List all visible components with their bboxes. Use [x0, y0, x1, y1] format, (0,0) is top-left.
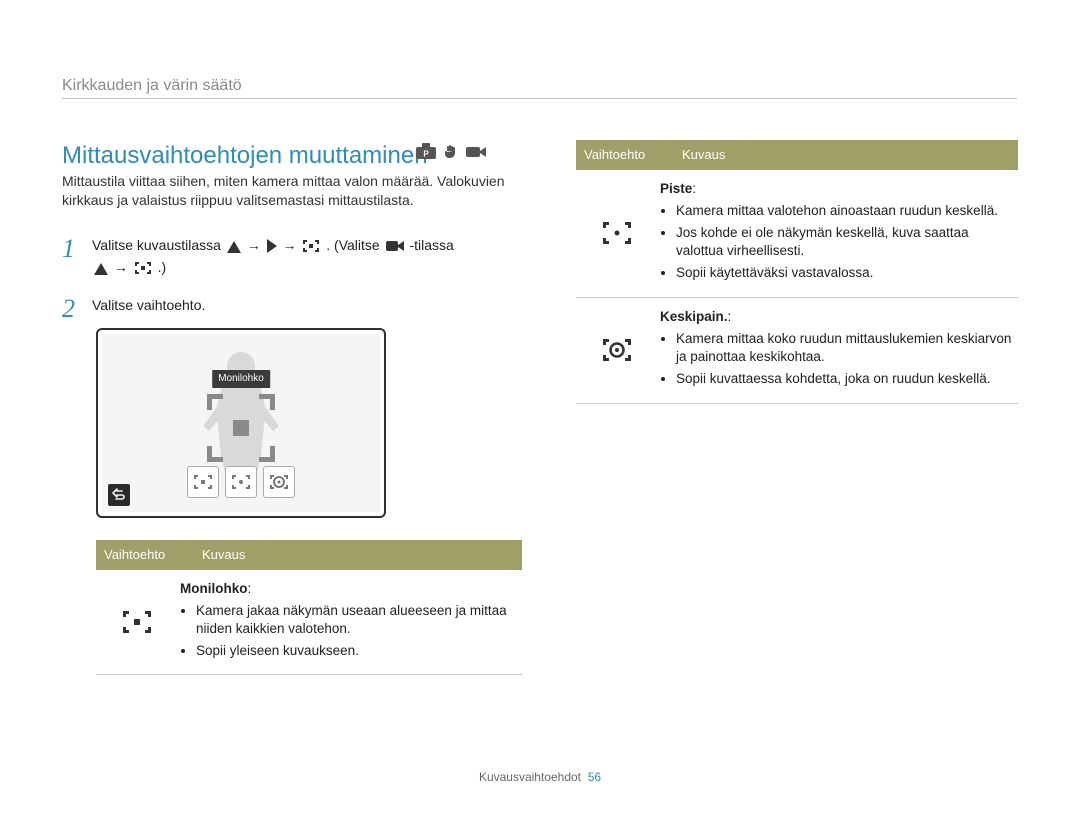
up-triangle-icon: [227, 240, 245, 256]
table-header-right: Vaihtoehto Kuvaus: [576, 140, 1018, 170]
center-focus-frame: [207, 394, 275, 462]
multi-metering-row-icon: [96, 570, 178, 675]
metering-option-center: [263, 466, 295, 498]
arrow-2: →: [282, 237, 296, 253]
option-bullet: Kamera mittaa valotehon ainoastaan ruudu…: [676, 202, 1012, 220]
step-1: 1 Valitse kuvaustilassa → → . (Valitse -…: [62, 236, 532, 280]
step-1-body: Valitse kuvaustilassa → → . (Valitse -ti…: [92, 236, 532, 280]
multi-metering-icon: [302, 240, 324, 256]
up-triangle-icon-2: [94, 262, 112, 278]
step-2: 2 Valitse vaihtoehto.: [62, 296, 532, 322]
table-row: Keskipain.: Kamera mittaa koko ruudun mi…: [576, 298, 1018, 404]
arrow-1: →: [247, 237, 261, 253]
option-name-center: Keskipain.: [660, 309, 728, 324]
step-1-text-d: .): [158, 259, 167, 275]
illustration-label: Monilohko: [212, 370, 270, 388]
breadcrumb: Kirkkauden ja värin säätö: [62, 75, 242, 97]
multi-metering-description: Monilohko: Kamera jakaa näkymän useaan a…: [178, 570, 522, 675]
option-bullet: Sopii yleiseen kuvaukseen.: [196, 642, 516, 660]
center-metering-description: Keskipain.: Kamera mittaa koko ruudun mi…: [658, 298, 1018, 403]
spot-metering-row-icon: [576, 170, 658, 297]
step-1-text-b: . (Valitse: [326, 237, 379, 253]
options-table-left: Vaihtoehto Kuvaus Monilohko: Kamera jaka…: [96, 540, 522, 675]
svg-text:P: P: [423, 150, 429, 159]
page-title: Mittausvaihtoehtojen muuttaminen: [62, 140, 428, 172]
hand-mode-icon: [442, 143, 460, 161]
table-row: Monilohko: Kamera jakaa näkymän useaan a…: [96, 570, 522, 676]
options-table-right: Vaihtoehto Kuvaus Piste: Kamera mittaa v…: [576, 140, 1018, 404]
option-bullet: Kamera jakaa näkymän useaan alueeseen ja…: [196, 602, 516, 638]
col-header-description: Kuvaus: [674, 140, 1018, 170]
video-mode-inline-icon: [386, 240, 408, 256]
manual-page: Kirkkauden ja värin säätö Mittausvaihtoe…: [0, 0, 1080, 815]
screen-inner: Monilohko: [102, 334, 380, 512]
horizontal-rule: [62, 98, 1017, 99]
step-2-text: Valitse vaihtoehto.: [92, 296, 532, 315]
page-footer: Kuvausvaihtoehdot 56: [0, 769, 1080, 785]
back-button: [108, 484, 130, 506]
step-1-number: 1: [62, 236, 82, 262]
option-name-spot: Piste: [660, 181, 692, 196]
table-row: Piste: Kamera mittaa valotehon ainoastaa…: [576, 170, 1018, 298]
metering-option-multi: [187, 466, 219, 498]
option-name-multi: Monilohko: [180, 581, 248, 596]
option-bullet: Kamera mittaa koko ruudun mittauslukemie…: [676, 330, 1012, 366]
video-mode-icon: [466, 143, 486, 161]
col-header-option: Vaihtoehto: [576, 140, 674, 170]
footer-page-number: 56: [588, 770, 601, 784]
option-bullet: Sopii kuvattaessa kohdetta, joka on ruud…: [676, 370, 1012, 388]
metering-option-spot: [225, 466, 257, 498]
metering-selector-row: [187, 466, 295, 498]
camera-p-mode-icon: P: [416, 143, 436, 161]
option-bullet: Jos kohde ei ole näkymän keskellä, kuva …: [676, 224, 1012, 260]
center-metering-row-icon: [576, 298, 658, 403]
spot-metering-description: Piste: Kamera mittaa valotehon ainoastaa…: [658, 170, 1018, 297]
option-bullet: Sopii käytettäväksi vastavalossa.: [676, 264, 1012, 282]
table-header-left: Vaihtoehto Kuvaus: [96, 540, 522, 570]
multi-metering-icon-2: [134, 262, 156, 278]
step-2-number: 2: [62, 296, 82, 322]
intro-text: Mittaustila viittaa siihen, miten kamera…: [62, 172, 522, 210]
mode-icons-row: P: [416, 143, 486, 161]
right-chevron-icon: [267, 240, 281, 256]
footer-section: Kuvausvaihtoehdot: [479, 770, 581, 784]
arrow-3: →: [114, 259, 128, 275]
step-1-text-a: Valitse kuvaustilassa: [92, 237, 221, 253]
camera-screen-illustration: Monilohko: [96, 328, 386, 518]
col-header-description: Kuvaus: [194, 540, 522, 570]
col-header-option: Vaihtoehto: [96, 540, 194, 570]
step-1-text-c: -tilassa: [409, 237, 453, 253]
